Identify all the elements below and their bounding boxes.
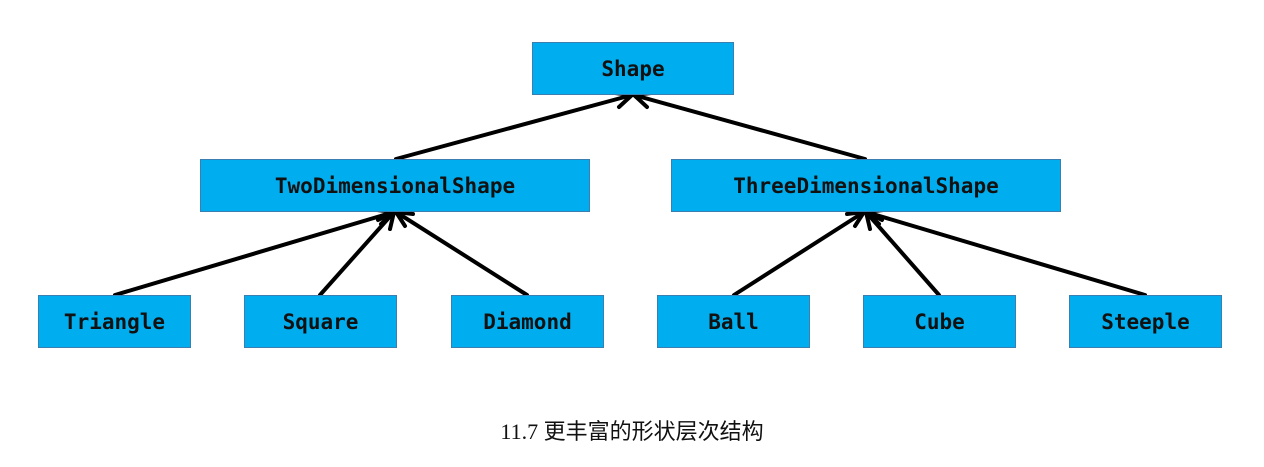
node-ball: Ball — [657, 295, 810, 348]
node-three-dimensional-shape: ThreeDimensionalShape — [671, 159, 1061, 212]
node-diamond: Diamond — [451, 295, 604, 348]
node-shape: Shape — [532, 42, 734, 95]
node-two-dimensional-shape: TwoDimensionalShape — [200, 159, 590, 212]
node-square: Square — [244, 295, 397, 348]
edge-two-dimensional-to-shape — [394, 91, 634, 161]
edge-three-dimensional-to-shape — [632, 91, 867, 161]
edge-ball-to-three-dimensional — [732, 210, 866, 297]
edge-diamond-to-two-dimensional — [394, 210, 529, 297]
edge-steeple-to-three-dimensional — [864, 208, 1147, 297]
node-triangle: Triangle — [38, 295, 191, 348]
node-cube: Cube — [863, 295, 1016, 348]
figure-caption: 11.7 更丰富的形状层次结构 — [500, 419, 764, 444]
edge-triangle-to-two-dimensional — [113, 208, 396, 297]
node-steeple: Steeple — [1069, 295, 1222, 348]
